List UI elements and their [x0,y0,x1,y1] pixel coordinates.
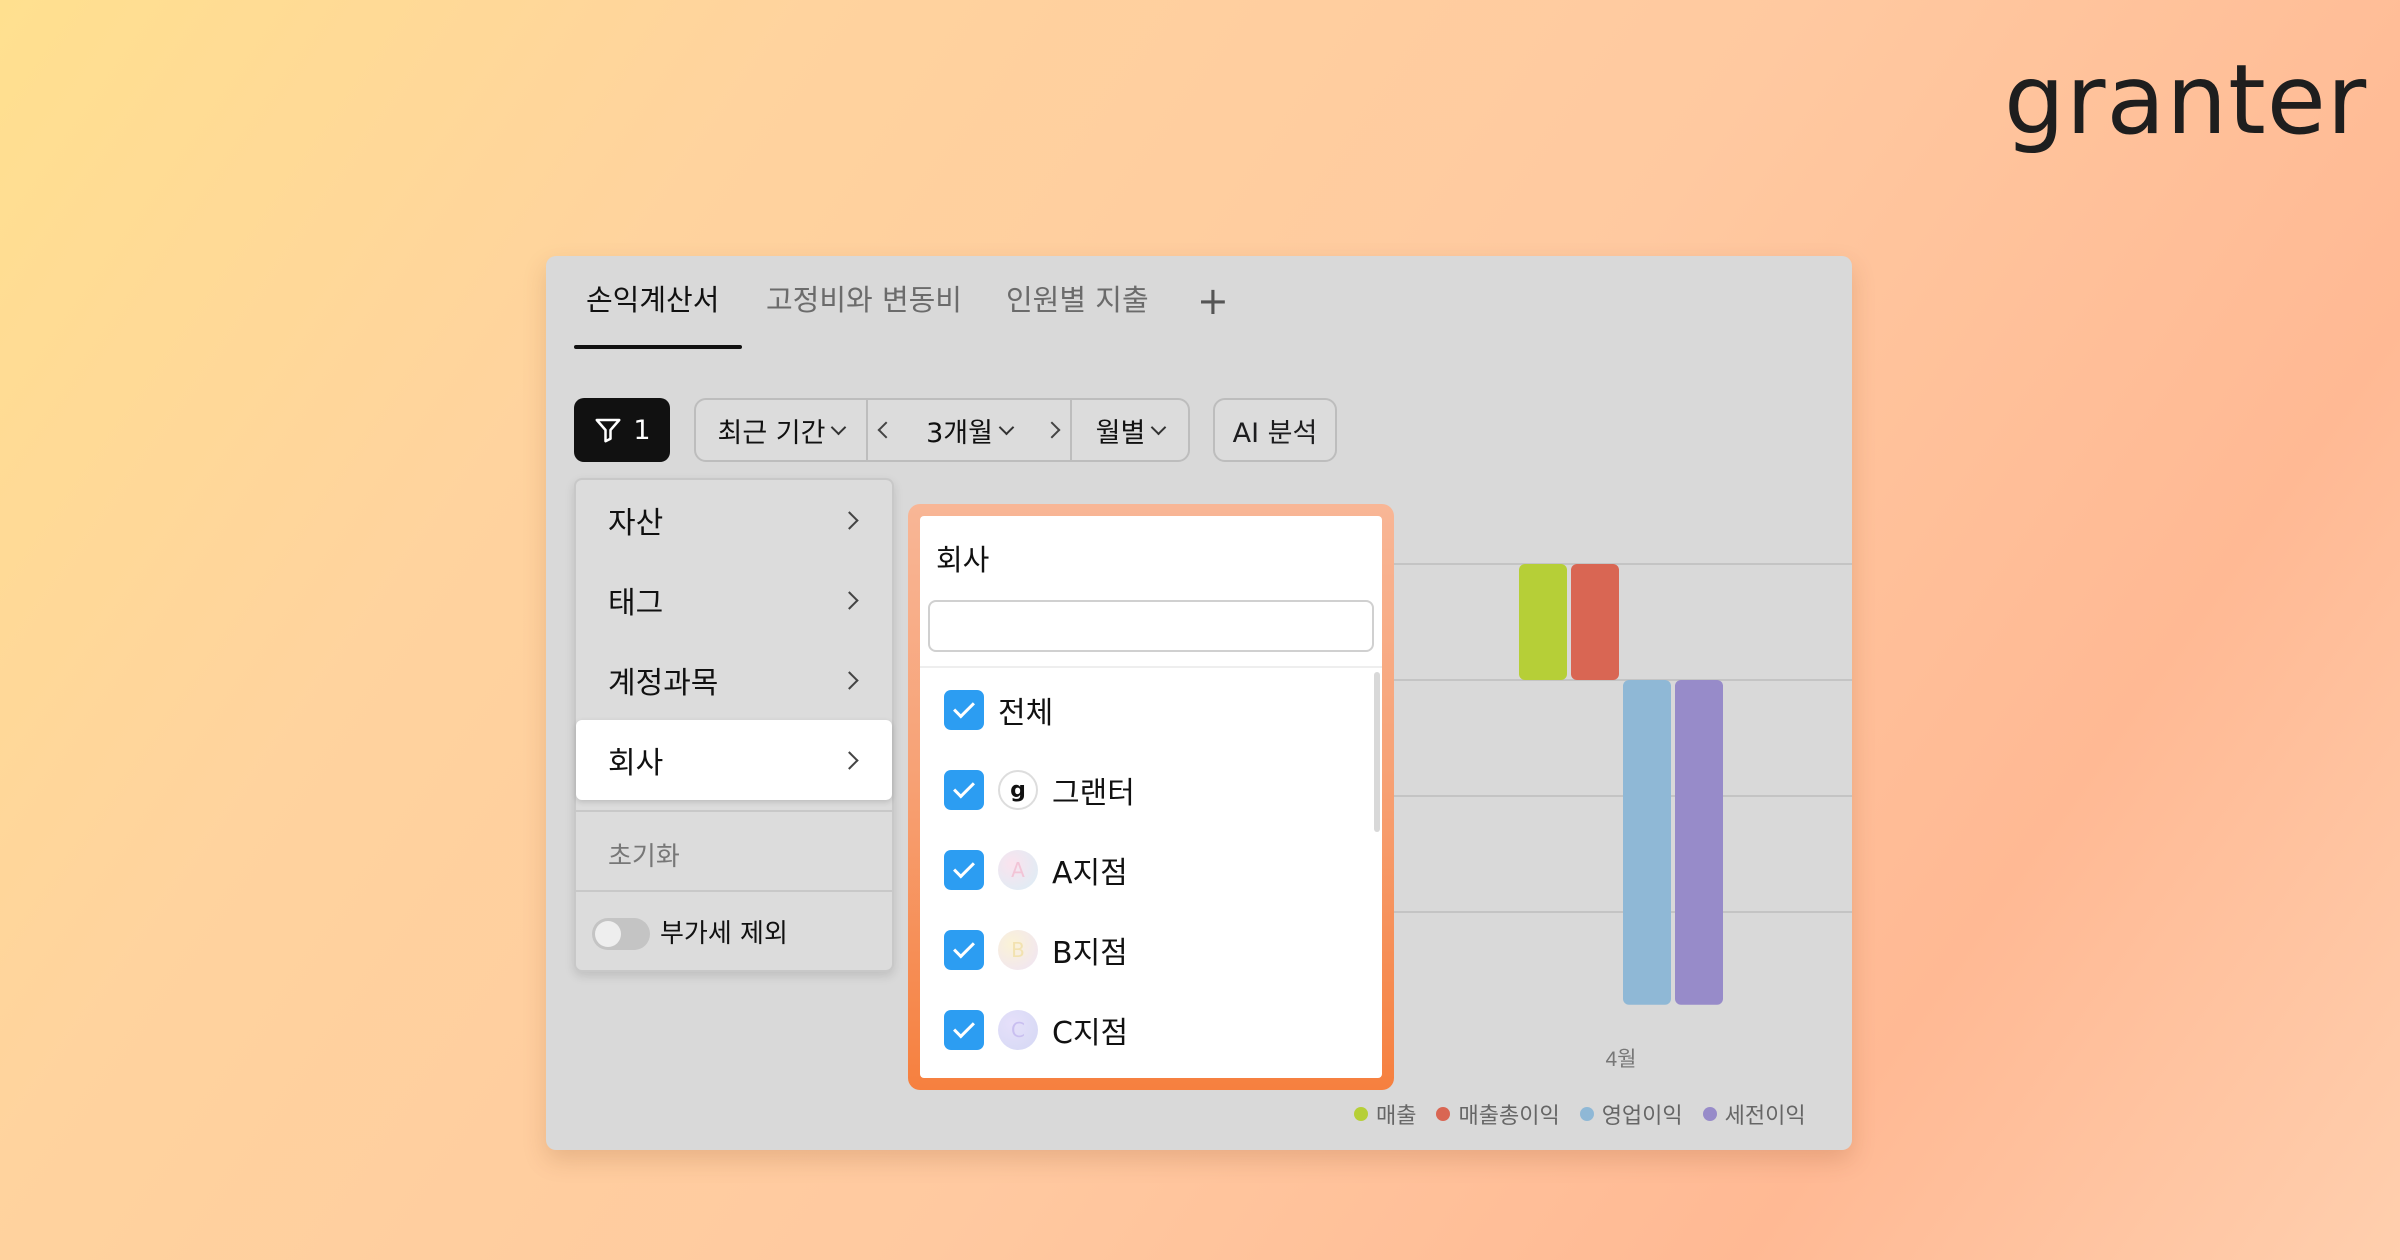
company-option-branch-a[interactable]: A A지점 [944,849,1128,891]
company-logo-icon: B [998,930,1038,970]
vat-exclude-label: 부가세 제외 [660,919,788,949]
granter-logo: granter [2004,44,2368,156]
checkbox-checked-icon[interactable] [944,930,984,970]
divider [576,810,892,812]
filter-count: 1 [633,414,651,446]
filter-menu-item-assets[interactable]: 자산 [576,480,892,560]
ai-analysis-button[interactable]: AI 분석 [1213,398,1337,462]
reset-button[interactable]: 초기화 [608,836,680,873]
legend-dot [1354,1107,1368,1121]
tab-spend-per-person[interactable]: 인원별 지출 [1006,286,1149,315]
checkbox-checked-icon[interactable] [944,770,984,810]
chart-legend: 매출 매출총이익 영업이익 세전이익 [1354,1098,1806,1130]
tab-fixed-variable-costs[interactable]: 고정비와 변동비 [766,286,962,315]
range-dropdown[interactable]: 3개월 [926,411,1015,450]
filter-menu-item-accounts[interactable]: 계정과목 [576,640,892,720]
chevron-down-icon [1151,419,1167,435]
scrollbar[interactable] [1374,672,1380,832]
active-tab-indicator [574,345,742,349]
tab-income-statement[interactable]: 손익계산서 [586,286,719,315]
option-label: 전체 [998,696,1054,731]
legend-item-operating-profit: 영업이익 [1579,1098,1683,1130]
filter-button[interactable]: 1 [574,398,670,462]
legend-item-gross-profit: 매출총이익 [1436,1098,1560,1130]
legend-label: 매출 [1376,1104,1417,1129]
chevron-right-icon [840,591,859,610]
chevron-down-icon [998,419,1015,435]
legend-label: 영업이익 [1601,1104,1683,1129]
company-option-branch-c[interactable]: C C지점 [944,1009,1128,1051]
granularity-dropdown[interactable]: 월별 [1072,400,1188,460]
legend-dot [1702,1107,1717,1121]
x-tick-label: 4월 [1606,1048,1637,1071]
legend-item-pretax-profit: 세전이익 [1702,1098,1806,1130]
company-search-input[interactable] [928,600,1374,652]
option-label: B지점 [1052,936,1128,971]
bar-1[interactable] [1519,564,1567,680]
option-label: A지점 [1052,856,1128,891]
company-option-granter[interactable]: g 그랜터 [944,769,1135,811]
period-label: 최근 기간 [717,417,826,449]
chevron-right-icon [840,751,859,770]
company-logo-icon: C [998,1010,1038,1050]
add-tab-button[interactable]: + [1197,282,1229,320]
menu-item-label: 자산 [608,506,664,541]
chevron-right-icon [840,671,859,690]
bar-3[interactable] [1623,680,1671,1005]
chevron-right-icon[interactable] [1043,421,1061,439]
checkbox-checked-icon[interactable] [944,1010,984,1050]
filter-menu-item-tags[interactable]: 태그 [576,560,892,640]
chevron-left-icon[interactable] [877,421,895,439]
option-label: 그랜터 [1052,776,1135,811]
company-option-branch-b[interactable]: B B지점 [944,929,1128,971]
bar-4[interactable] [1675,680,1723,1005]
legend-label: 매출총이익 [1458,1104,1560,1129]
company-filter-panel: 회사 전체 g 그랜터 A A지점 B B지점 C C지점 [920,516,1382,1078]
filter-menu: 자산 태그 계정과목 회사 초기화 부가세 제외 [574,478,894,972]
company-logo-icon: g [998,770,1038,810]
legend-dot [1579,1107,1594,1121]
range-stepper: 3개월 [868,400,1072,460]
vat-exclude-toggle[interactable] [592,918,650,950]
menu-item-label: 태그 [608,586,664,621]
menu-item-label: 회사 [608,746,664,781]
divider [576,890,892,892]
bar-2[interactable] [1571,564,1619,680]
chevron-right-icon [840,511,859,530]
legend-label: 세전이익 [1724,1104,1806,1129]
option-label: C지점 [1052,1016,1129,1051]
range-label: 3개월 [926,417,993,449]
period-dropdown[interactable]: 최근 기간 [696,400,868,460]
legend-dot [1436,1107,1451,1121]
company-filter-popup: 회사 전체 g 그랜터 A A지점 B B지점 C C지점 [908,504,1394,1090]
granularity-label: 월별 [1095,417,1146,449]
menu-item-label: 계정과목 [608,666,719,701]
chevron-down-icon [831,419,847,435]
toggle-knob [595,921,621,947]
legend-item-revenue: 매출 [1354,1098,1416,1130]
company-option-all[interactable]: 전체 [944,689,1053,731]
company-logo-icon: A [998,850,1038,890]
popup-title: 회사 [936,543,990,577]
divider [920,666,1382,668]
checkbox-checked-icon[interactable] [944,850,984,890]
period-selector: 최근 기간 3개월 월별 [694,398,1190,462]
filter-menu-item-company[interactable]: 회사 [576,720,892,800]
checkbox-checked-icon[interactable] [944,690,984,730]
filter-icon [595,418,621,443]
